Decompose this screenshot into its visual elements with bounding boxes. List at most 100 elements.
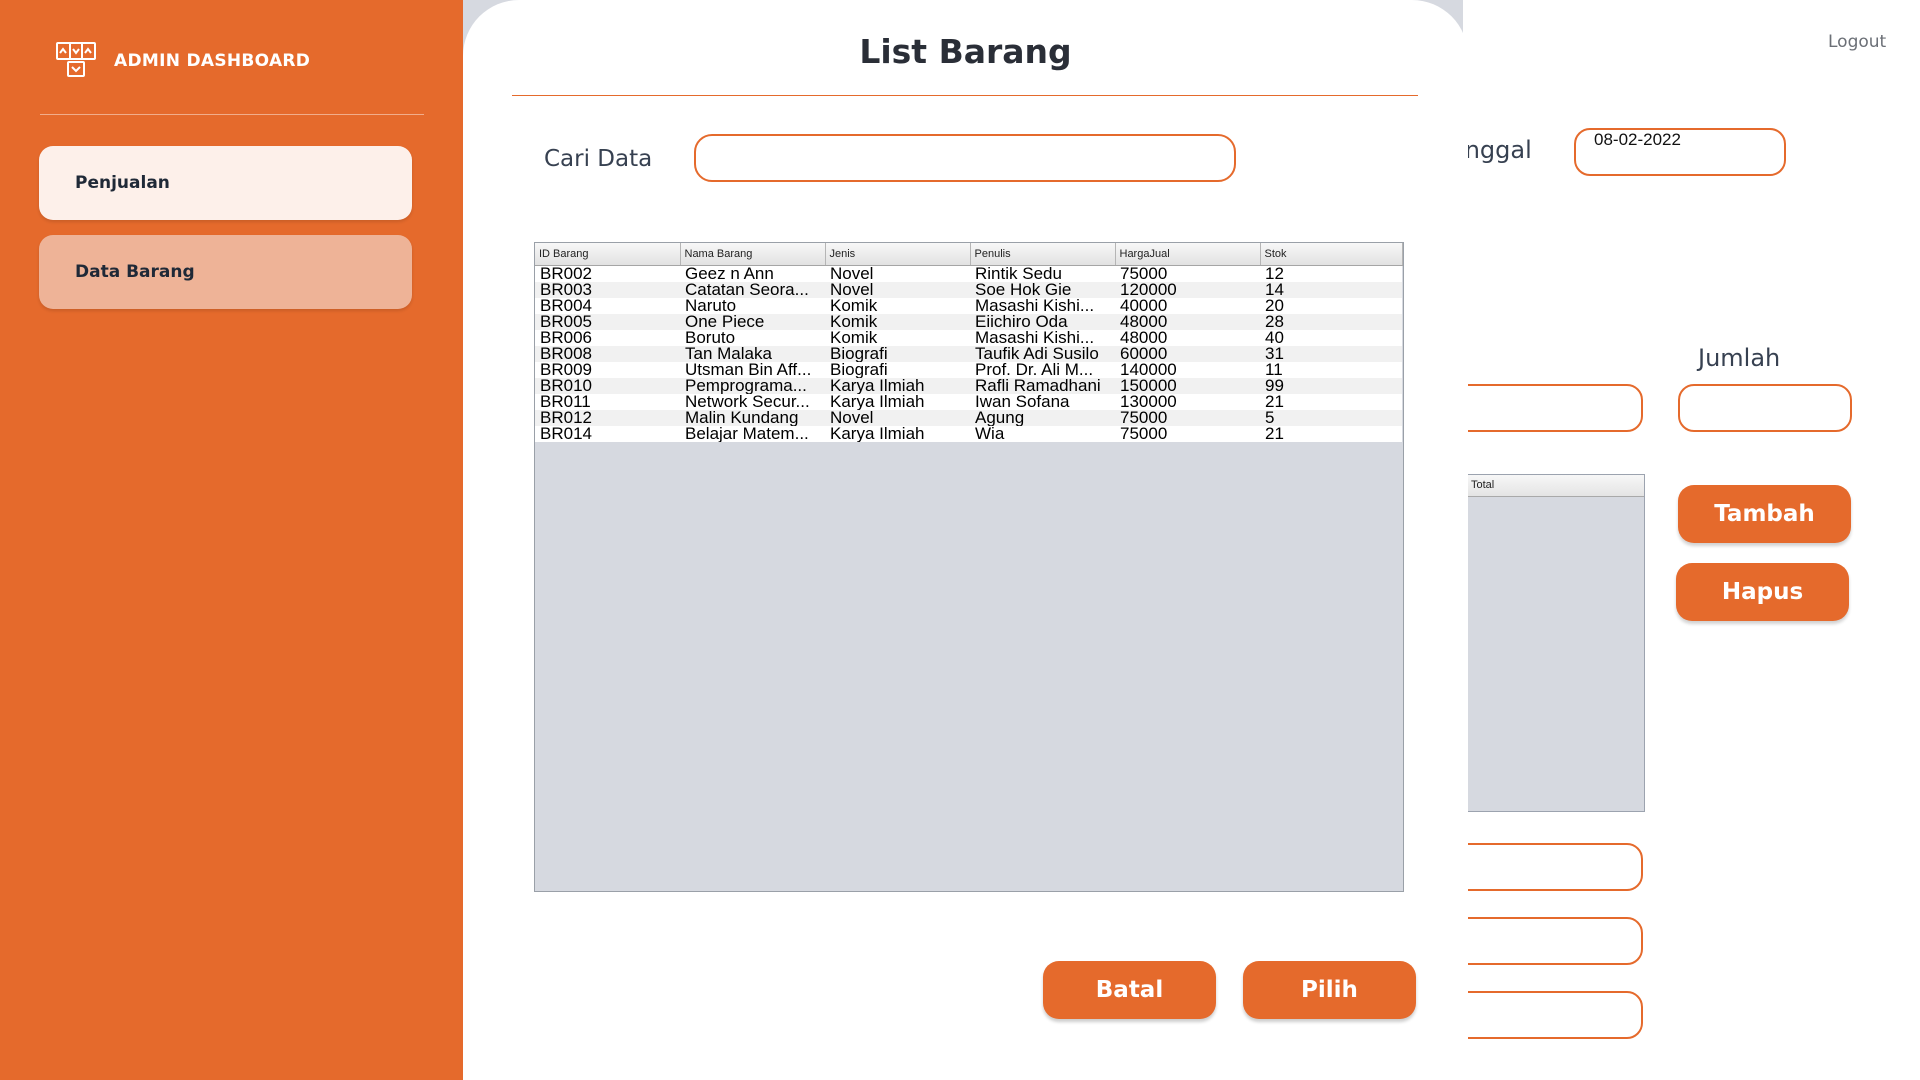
- pilih-button[interactable]: Pilih: [1243, 961, 1416, 1019]
- dialog-title: List Barang: [859, 32, 1072, 71]
- jumlah-label: Jumlah: [1698, 344, 1781, 372]
- table-row[interactable]: BR003 Catatan Seora... Novel Soe Hok Gie 120…: [535, 281, 1402, 298]
- table-cell: 31: [1265, 345, 1284, 362]
- table-cell: Karya Ilmiah: [830, 377, 925, 394]
- table-cell: Utsman Bin Aff...: [685, 361, 812, 378]
- table-cell: One Piece: [685, 313, 765, 330]
- batal-button[interactable]: Batal: [1043, 961, 1216, 1019]
- table-cell: Komik: [830, 329, 878, 346]
- table-cell: BR014: [540, 425, 592, 442]
- table-cell: Boruto: [685, 329, 736, 346]
- table-cell: 75000: [1120, 265, 1168, 282]
- table-cell: BR009: [540, 361, 592, 378]
- table-cell: Belajar Matem...: [685, 425, 809, 442]
- table-cell: Wia: [975, 425, 1005, 442]
- table-row[interactable]: BR008 Tan Malaka Biografi Taufik Adi Susilo…: [535, 345, 1402, 362]
- table-cell: 140000: [1120, 361, 1177, 378]
- tanggal-value: 08-02-2022: [1594, 130, 1681, 149]
- table-cell: Masashi Kishi...: [975, 329, 1095, 346]
- table-cell: Novel: [830, 265, 874, 282]
- table-row[interactable]: BR002 Geez n Ann Novel Rintik Sedu 75000 12: [535, 265, 1402, 282]
- column-header[interactable]: ID Barang: [535, 243, 681, 266]
- sidebar: ADMIN DASHBOARD Penjualan Data Barang: [0, 0, 463, 1080]
- table-cell: 75000: [1120, 409, 1168, 426]
- table-cell: Komik: [830, 313, 878, 330]
- brand-title: ADMIN DASHBOARD: [114, 51, 311, 71]
- table-cell: Pemprograma...: [685, 377, 807, 394]
- barang-table[interactable]: ID Barang Nama Barang Jenis Penulis Harg…: [534, 242, 1404, 892]
- table-cell: BR003: [540, 281, 592, 298]
- search-label: Cari Data: [544, 146, 653, 172]
- table-cell: 14: [1265, 281, 1284, 298]
- table-cell: Rafli Ramadhani: [975, 377, 1101, 394]
- table-cell: Karya Ilmiah: [830, 393, 925, 410]
- table-row[interactable]: BR010 Pemprograma... Karya Ilmiah Rafli Ram…: [535, 377, 1402, 394]
- table-cell: BR005: [540, 313, 592, 330]
- tambah-button[interactable]: Tambah: [1678, 485, 1851, 543]
- table-cell: 48000: [1120, 329, 1168, 346]
- table-row[interactable]: BR012 Malin Kundang Novel Agung 75000 5: [535, 409, 1402, 426]
- table-cell: BR008: [540, 345, 592, 362]
- table-cell: Novel: [830, 281, 874, 298]
- column-header[interactable]: HargaJual: [1115, 243, 1261, 266]
- sitemap-icon: [56, 40, 96, 82]
- table-cell: 75000: [1120, 425, 1168, 442]
- table-cell: Taufik Adi Susilo: [975, 345, 1099, 362]
- logout-link[interactable]: Logout: [1828, 32, 1886, 52]
- table-cell: 21: [1265, 425, 1284, 442]
- table-cell: 20: [1265, 297, 1284, 314]
- tanggal-field[interactable]: 08-02-2022: [1574, 128, 1786, 176]
- table-cell: Naruto: [685, 297, 737, 314]
- table-cell: Eiichiro Oda: [975, 313, 1068, 330]
- table-cell: Biografi: [830, 361, 888, 378]
- table-cell: Komik: [830, 297, 878, 314]
- table-cell: 60000: [1120, 345, 1168, 362]
- table-cell: BR006: [540, 329, 592, 346]
- table-cell: BR010: [540, 377, 592, 394]
- table-cell: Agung: [975, 409, 1025, 426]
- table-cell: Tan Malaka: [685, 345, 772, 362]
- hapus-button[interactable]: Hapus: [1676, 563, 1849, 621]
- sidebar-divider: [40, 114, 424, 115]
- list-barang-dialog: List Barang Cari Data ID Barang Nama Bar…: [463, 0, 1468, 1080]
- table-cell: Prof. Dr. Ali M...: [975, 361, 1094, 378]
- table-row[interactable]: BR014 Belajar Matem... Karya Ilmiah Wia 7500…: [535, 425, 1402, 442]
- table-cell: Geez n Ann: [685, 265, 774, 282]
- table-cell: 5: [1265, 409, 1275, 426]
- table-row[interactable]: BR005 One Piece Komik Eiichiro Oda 48000 28: [535, 313, 1402, 330]
- sidebar-item-penjualan[interactable]: Penjualan: [39, 146, 412, 220]
- table-cell: 150000: [1120, 377, 1177, 394]
- table-row[interactable]: BR006 Boruto Komik Masashi Kishi... 48000 40: [535, 329, 1402, 346]
- table-row[interactable]: BR009 Utsman Bin Aff... Biografi Prof. Dr. …: [535, 361, 1402, 378]
- table-cell: Rintik Sedu: [975, 265, 1062, 282]
- table-header-row: ID Barang Nama Barang Jenis Penulis Harg…: [535, 243, 1403, 266]
- title-divider: [512, 95, 1418, 96]
- table-cell: BR002: [540, 265, 592, 282]
- column-header[interactable]: Stok: [1260, 243, 1403, 266]
- table-cell: 40: [1265, 329, 1284, 346]
- table-cell: 40000: [1120, 297, 1168, 314]
- table-cell: 21: [1265, 393, 1284, 410]
- table-cell: Novel: [830, 409, 874, 426]
- table-cell: Iwan Sofana: [975, 393, 1070, 410]
- table-row[interactable]: BR004 Naruto Komik Masashi Kishi... 40000 20: [535, 297, 1402, 314]
- table-cell: Catatan Seora...: [685, 281, 809, 298]
- table-cell: Biografi: [830, 345, 888, 362]
- column-header[interactable]: Jenis: [825, 243, 971, 266]
- table-cell: Masashi Kishi...: [975, 297, 1095, 314]
- table-row[interactable]: BR011 Network Secur... Karya Ilmiah Iwan So…: [535, 393, 1402, 410]
- column-header[interactable]: Penulis: [970, 243, 1116, 266]
- table-cell: 28: [1265, 313, 1284, 330]
- column-header[interactable]: Nama Barang: [680, 243, 826, 266]
- table-cell: Malin Kundang: [685, 409, 799, 426]
- table-cell: 120000: [1120, 281, 1177, 298]
- table-cell: 99: [1265, 377, 1284, 394]
- table-cell: BR012: [540, 409, 592, 426]
- table-cell: Network Secur...: [685, 393, 810, 410]
- search-input[interactable]: [694, 134, 1236, 182]
- table-cell: Soe Hok Gie: [975, 281, 1072, 298]
- sidebar-item-data-barang[interactable]: Data Barang: [39, 235, 412, 309]
- table-cell: Karya Ilmiah: [830, 425, 925, 442]
- table-cell: BR011: [540, 393, 591, 410]
- jumlah-input[interactable]: [1678, 384, 1852, 432]
